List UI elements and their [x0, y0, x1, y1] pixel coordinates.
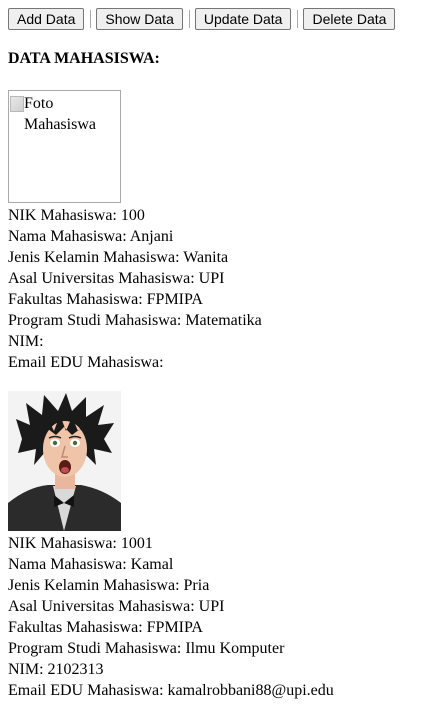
photo-alt-text: Foto Mahasiswa: [24, 95, 96, 133]
student-nik: NIK Mahasiswa: 100: [8, 207, 145, 224]
add-data-button[interactable]: Add Data: [8, 8, 85, 30]
student-nim: NIM:: [8, 333, 44, 350]
student-asal-universitas: Asal Universitas Mahasiswa: UPI: [8, 598, 225, 615]
student-jenis-kelamin: Jenis Kelamin Mahasiswa: Pria: [8, 577, 210, 594]
student-record: NIK Mahasiswa: 1001 Nama Mahasiswa: Kama…: [8, 391, 408, 701]
student-program-studi: Program Studi Mahasiswa: Matematika: [8, 312, 262, 329]
update-data-button[interactable]: Update Data: [194, 8, 292, 30]
show-data-button[interactable]: Show Data: [96, 8, 183, 30]
student-photo: [8, 391, 121, 531]
student-jenis-kelamin: Jenis Kelamin Mahasiswa: Wanita: [8, 249, 229, 266]
student-portrait-image: [8, 391, 121, 531]
student-program-studi: Program Studi Mahasiswa: Ilmu Komputer: [8, 640, 285, 657]
student-nama: Nama Mahasiswa: Kamal: [8, 556, 174, 573]
student-record: Foto Mahasiswa NIK Mahasiswa: 100 Nama M…: [8, 90, 408, 373]
page-title: DATA MAHASISWA:: [8, 50, 160, 67]
toolbar-separator: [297, 10, 299, 28]
student-email: Email EDU Mahasiswa: kamalrobbani88@upi.…: [8, 682, 334, 699]
student-photo-broken: Foto Mahasiswa: [8, 90, 121, 203]
student-asal-universitas: Asal Universitas Mahasiswa: UPI: [8, 270, 225, 287]
student-nim: NIM: 2102313: [8, 661, 104, 678]
student-fakultas: Fakultas Mahasiswa: FPMIPA: [8, 619, 203, 636]
student-nik: NIK Mahasiswa: 1001: [8, 535, 153, 552]
student-nama: Nama Mahasiswa: Anjani: [8, 228, 174, 245]
toolbar-separator: [188, 10, 190, 28]
delete-data-button[interactable]: Delete Data: [303, 8, 396, 30]
broken-image-icon: [10, 96, 24, 112]
student-fakultas: Fakultas Mahasiswa: FPMIPA: [8, 291, 203, 308]
toolbar: Add Data Show Data Update Data Delete Da…: [8, 8, 396, 30]
student-email: Email EDU Mahasiswa:: [8, 354, 164, 371]
toolbar-separator: [90, 10, 92, 28]
